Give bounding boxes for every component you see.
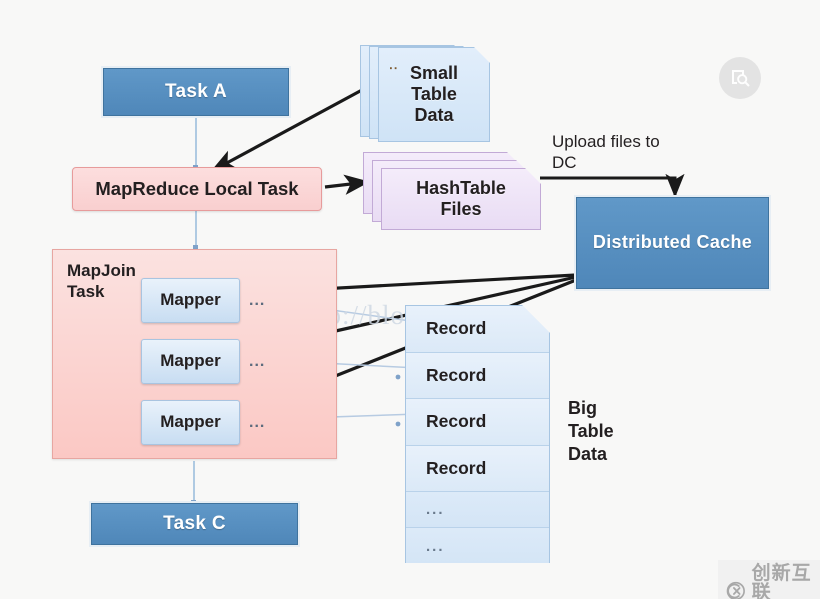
task-a-label: Task A	[165, 80, 227, 102]
mapjoin-task-label: MapJoin Task	[67, 261, 136, 302]
mapjoin-task-node[interactable]: MapJoin Task Mapper ... Mapper ... Mappe…	[52, 249, 337, 459]
brand-text-block: 创新互联 CHUANG XIN HU LIAN	[752, 564, 812, 599]
small-table-data-label: Small Table Data	[409, 62, 459, 126]
edge-mrlocal-to-hashtable	[324, 174, 370, 195]
brand-logo-icon	[726, 581, 745, 599]
edge-mrlocal-to-mapjoin	[193, 211, 198, 250]
distributed-cache-label: Distributed Cache	[592, 232, 753, 253]
record-row: Record	[406, 399, 549, 446]
record-row-filler: ...	[406, 528, 549, 564]
edge-mapjoin-to-taskc	[191, 461, 196, 505]
record-row: Record	[406, 353, 549, 400]
big-table-data-label: Big Table Data	[568, 398, 614, 465]
distributed-cache-node[interactable]: Distributed Cache	[576, 197, 769, 289]
small-table-doc-front: : Small Table Data	[378, 47, 490, 142]
brand-name-cn: 创新互联	[751, 563, 812, 599]
task-c-node[interactable]: Task C	[91, 503, 298, 545]
brand-watermark: 创新互联 CHUANG XIN HU LIAN	[718, 560, 820, 599]
record-row-filler: ...	[406, 492, 549, 528]
diagram-canvas: http://blog. .net/ Task A MapReduce Loca…	[0, 0, 820, 599]
record-row: Record	[406, 306, 549, 353]
mapper-node-2[interactable]: Mapper	[141, 339, 240, 384]
image-search-glyph	[732, 70, 750, 87]
big-table-data-node[interactable]: Record Record Record Record ... ...	[405, 305, 550, 563]
task-a-node[interactable]: Task A	[103, 68, 289, 116]
mapreduce-local-task-label: MapReduce Local Task	[95, 178, 299, 200]
hashtable-files-label: HashTable Files	[416, 177, 506, 219]
mapper-label-2: Mapper	[160, 351, 221, 371]
mapper-ellipsis-1: ...	[249, 292, 266, 309]
upload-files-edge-label: Upload files to DC	[552, 132, 660, 173]
hashtable-files-node[interactable]: HashTable Files	[363, 152, 543, 232]
image-search-icon	[719, 57, 761, 99]
small-table-stack-dots: :	[386, 66, 402, 71]
mapper-label-3: Mapper	[160, 412, 221, 432]
mapreduce-local-task-node[interactable]: MapReduce Local Task	[72, 167, 322, 211]
mapper-node-1[interactable]: Mapper	[141, 278, 240, 323]
mapper-label-1: Mapper	[160, 290, 221, 310]
hashtable-doc-front: HashTable Files	[381, 168, 541, 230]
edge-taska-to-mrlocal	[193, 116, 198, 170]
edge-hashtable-to-distributed-cache	[540, 173, 685, 198]
task-c-label: Task C	[163, 512, 226, 534]
mapper-node-3[interactable]: Mapper	[141, 400, 240, 445]
mapper-ellipsis-2: ...	[249, 353, 266, 370]
small-table-data-node[interactable]: : Small Table Data	[360, 45, 492, 143]
record-row: Record	[406, 446, 549, 493]
mapper-ellipsis-3: ...	[249, 414, 266, 431]
